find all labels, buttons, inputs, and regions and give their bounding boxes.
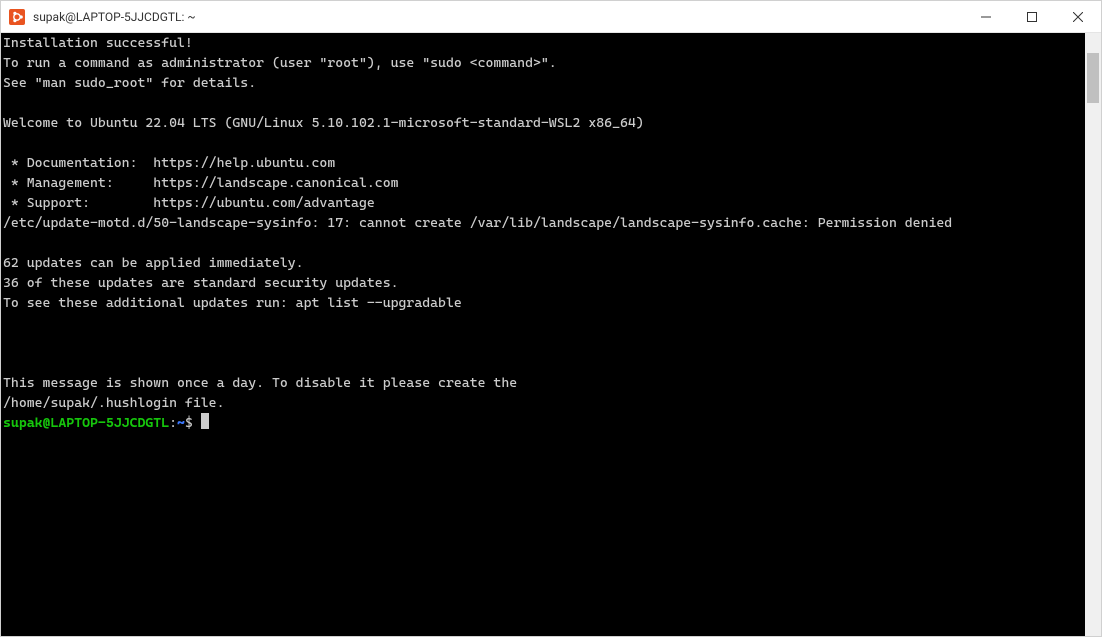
terminal-line <box>3 313 1083 333</box>
prompt-path: ~ <box>177 415 185 431</box>
prompt-userhost: supak@LAPTOP-5JJCDGTL <box>3 415 169 431</box>
terminal-line: Welcome to Ubuntu 22.04 LTS (GNU/Linux 5… <box>3 113 1083 133</box>
terminal-line: 62 updates can be applied immediately. <box>3 253 1083 273</box>
ubuntu-icon <box>9 9 25 25</box>
scrollbar-track[interactable] <box>1085 33 1101 636</box>
terminal-prompt[interactable]: supak@LAPTOP-5JJCDGTL:~$ <box>3 413 1083 433</box>
prompt-separator: : <box>169 415 177 431</box>
maximize-button[interactable] <box>1009 1 1055 32</box>
terminal-line: /etc/update-motd.d/50-landscape-sysinfo:… <box>3 213 1083 233</box>
close-button[interactable] <box>1055 1 1101 32</box>
terminal-line: * Documentation: https://help.ubuntu.com <box>3 153 1083 173</box>
terminal-line <box>3 93 1083 113</box>
window-title: supak@LAPTOP-5JJCDGTL: ~ <box>33 10 963 24</box>
terminal-line: To run a command as administrator (user … <box>3 53 1083 73</box>
terminal-line: * Support: https://ubuntu.com/advantage <box>3 193 1083 213</box>
terminal-window: supak@LAPTOP-5JJCDGTL: ~ Installation su… <box>0 0 1102 637</box>
terminal-line <box>3 133 1083 153</box>
titlebar[interactable]: supak@LAPTOP-5JJCDGTL: ~ <box>1 1 1101 33</box>
terminal-line: Installation successful! <box>3 33 1083 53</box>
terminal-line: This message is shown once a day. To dis… <box>3 373 1083 393</box>
terminal-line: * Management: https://landscape.canonica… <box>3 173 1083 193</box>
window-controls <box>963 1 1101 32</box>
terminal-line <box>3 233 1083 253</box>
terminal-line <box>3 333 1083 353</box>
terminal-line: See "man sudo_root" for details. <box>3 73 1083 93</box>
terminal-line: /home/supak/.hushlogin file. <box>3 393 1083 413</box>
terminal-line <box>3 353 1083 373</box>
terminal-area: Installation successful!To run a command… <box>1 33 1101 636</box>
minimize-button[interactable] <box>963 1 1009 32</box>
terminal-line: To see these additional updates run: apt… <box>3 293 1083 313</box>
cursor <box>201 413 209 429</box>
terminal-line: 36 of these updates are standard securit… <box>3 273 1083 293</box>
scrollbar-thumb[interactable] <box>1087 53 1099 103</box>
prompt-symbol: $ <box>185 415 201 431</box>
terminal-output[interactable]: Installation successful!To run a command… <box>1 33 1085 636</box>
